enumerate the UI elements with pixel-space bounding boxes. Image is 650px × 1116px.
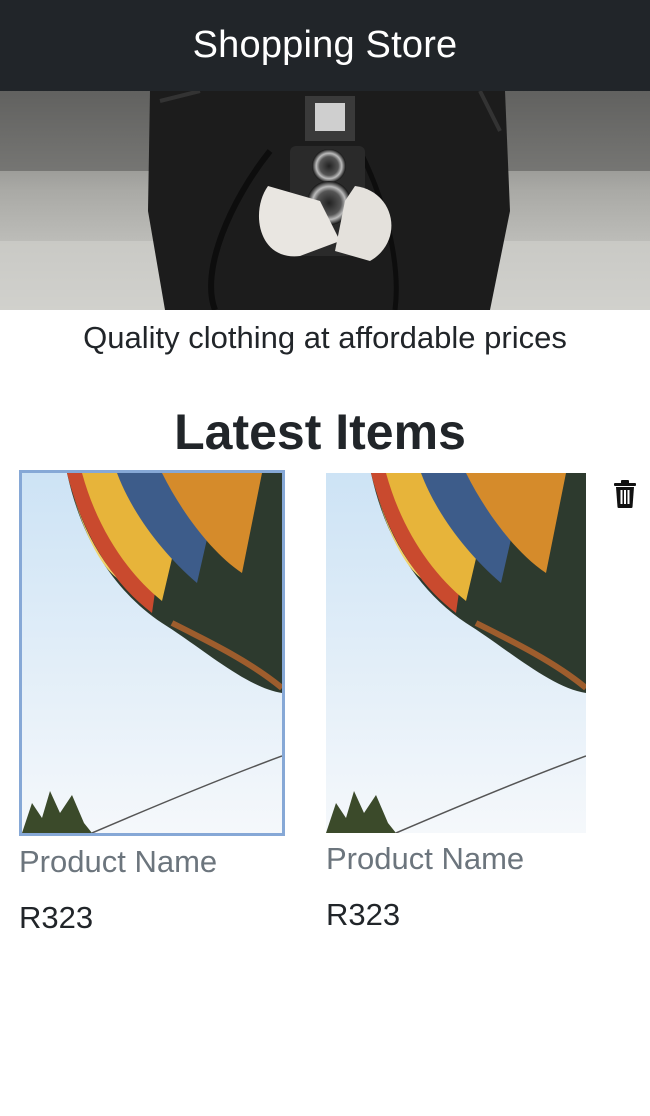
product-card[interactable]: Product Name R323 xyxy=(19,470,285,936)
product-price: R323 xyxy=(326,897,401,932)
latest-items-heading: Latest Items xyxy=(174,404,466,460)
hero-banner xyxy=(0,91,650,310)
hot-air-balloon-image[interactable] xyxy=(326,473,586,833)
product-name[interactable]: Product Name xyxy=(19,844,285,880)
hero-camera-image xyxy=(0,91,650,310)
tagline: Quality clothing at affordable prices xyxy=(83,320,567,355)
product-grid: Product Name R323 Product Name R323 xyxy=(0,470,650,950)
hot-air-balloon-image[interactable] xyxy=(22,473,282,833)
trash-icon[interactable] xyxy=(614,480,636,508)
product-card[interactable]: Product Name R323 xyxy=(326,470,592,933)
product-price: R323 xyxy=(19,900,94,935)
navbar: Shopping Store xyxy=(0,0,650,91)
product-name[interactable]: Product Name xyxy=(326,841,592,877)
product-image-frame[interactable] xyxy=(326,473,586,833)
product-image-frame[interactable] xyxy=(19,470,285,836)
site-title[interactable]: Shopping Store xyxy=(193,24,458,67)
